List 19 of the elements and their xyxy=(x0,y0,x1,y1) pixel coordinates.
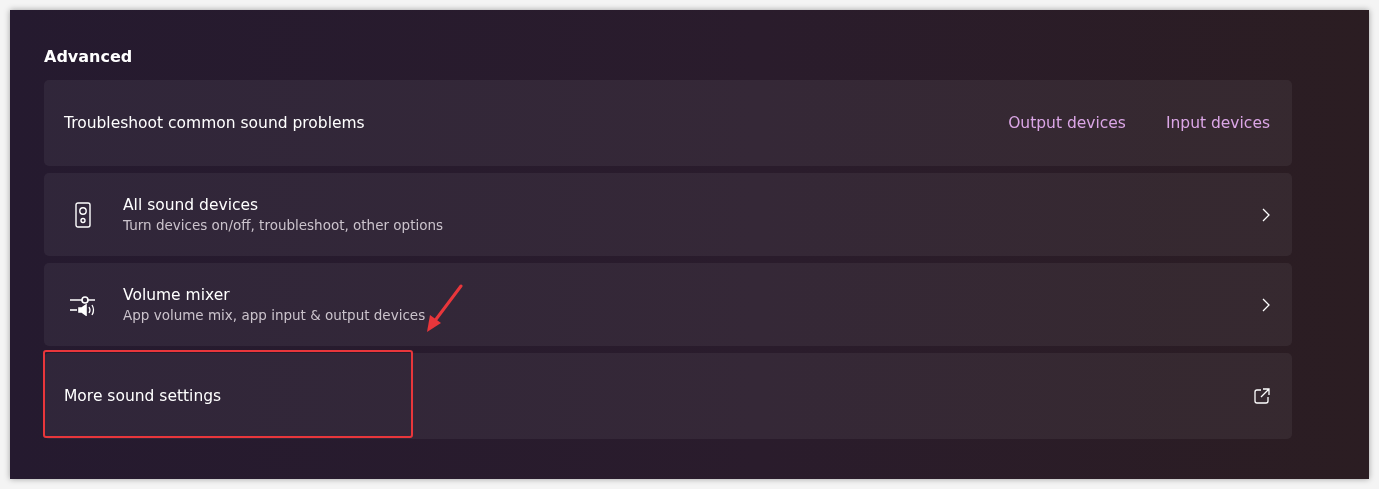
external-link-icon xyxy=(1254,388,1270,404)
settings-card[interactable]: Troubleshoot common sound problems Output devices Input devices xyxy=(44,80,1292,166)
card-subtitle: App volume mix, app input & output devices xyxy=(123,307,427,323)
card-title: All sound devices xyxy=(123,196,260,214)
card-title: Troubleshoot common sound problems xyxy=(64,114,365,132)
chevron-icon xyxy=(1262,297,1270,312)
settings-card[interactable]: Volume mixer App volume mix, app input & output devices xyxy=(44,263,1292,346)
link[interactable]: Output devices xyxy=(1008,114,1126,132)
chevron-icon xyxy=(1262,207,1270,222)
speaker-icon xyxy=(75,201,91,228)
card-title: More sound settings xyxy=(64,387,222,405)
settings-card[interactable]: More sound settings xyxy=(44,353,1292,439)
card-title: Volume mixer xyxy=(123,286,231,304)
settings-card[interactable]: All sound devices Turn devices on/off, troubleshoot, other options xyxy=(44,173,1292,256)
section-title: Advanced xyxy=(44,46,134,68)
link[interactable]: Input devices xyxy=(1165,114,1270,132)
card-subtitle: Turn devices on/off, troubleshoot, other options xyxy=(123,217,445,233)
volume-mixer-icon xyxy=(70,293,96,316)
annotation-arrow xyxy=(424,284,464,334)
